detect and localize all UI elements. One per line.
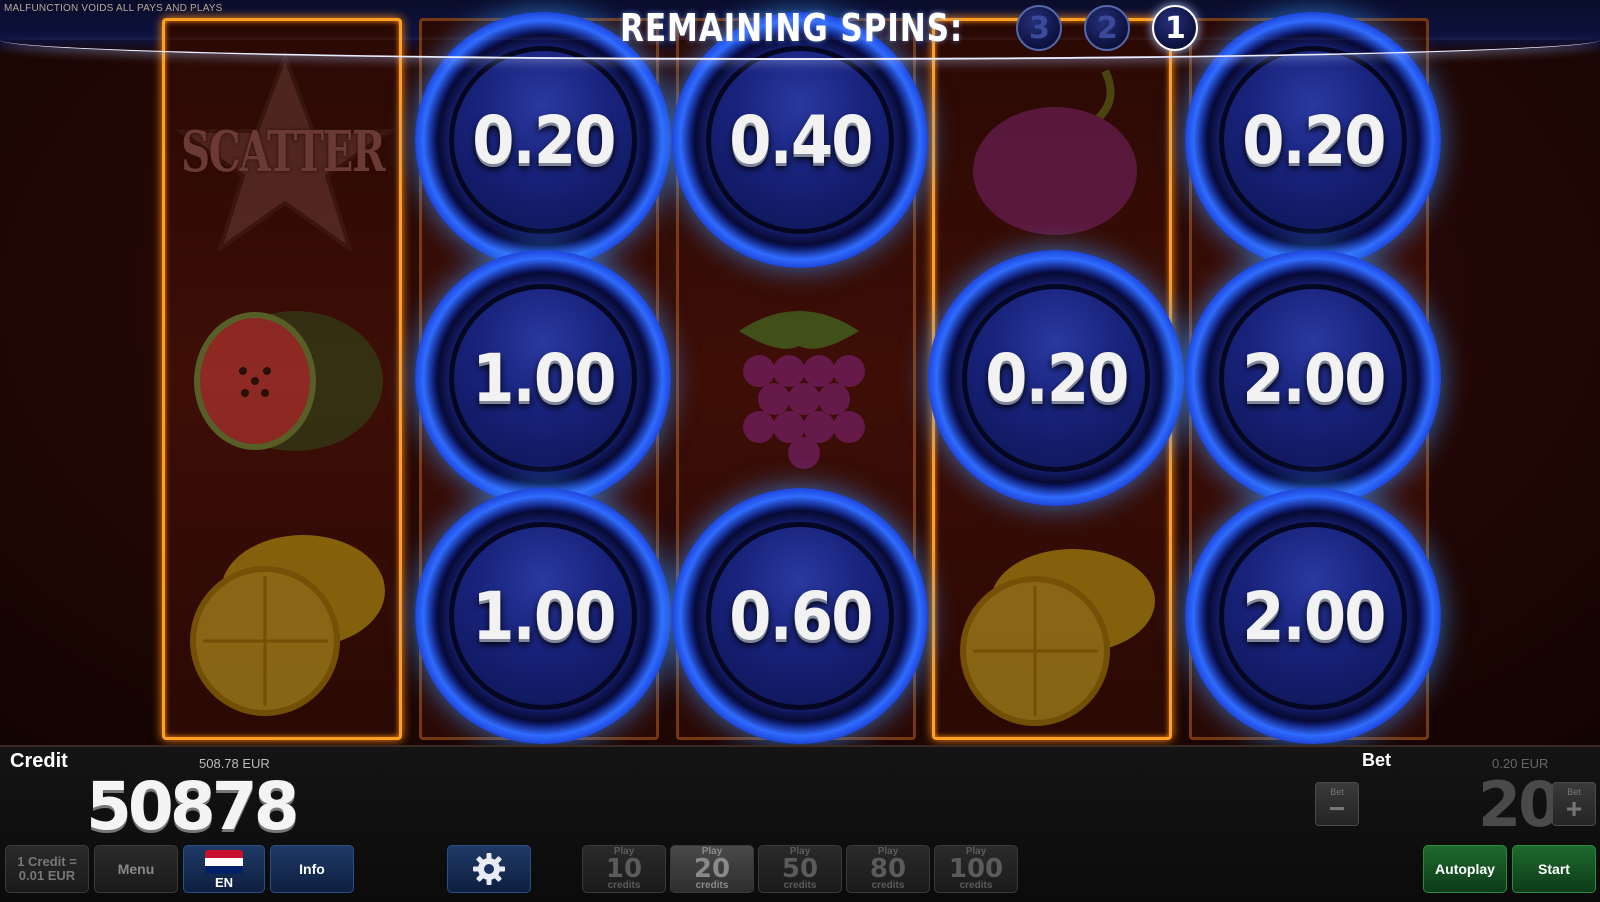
- coin-symbol: 2.00: [1185, 250, 1441, 506]
- bet-decrease-button[interactable]: Bet −: [1315, 782, 1359, 826]
- coin-value: 0.40: [728, 101, 873, 179]
- minus-icon: −: [1328, 792, 1346, 824]
- coin-value: 0.60: [728, 577, 873, 655]
- bet-increase-button[interactable]: Bet +: [1552, 782, 1596, 826]
- credit-rate-display: 1 Credit = 0.01 EUR: [5, 845, 89, 893]
- play-10-credits-button[interactable]: Play 10 credits: [582, 845, 666, 893]
- menu-label: Menu: [117, 861, 155, 877]
- remaining-spins: REMAINING SPINS: 3 2 1: [620, 2, 1199, 54]
- plus-icon: +: [1565, 792, 1583, 824]
- info-button[interactable]: Info: [270, 845, 354, 893]
- info-label: Info: [299, 861, 325, 877]
- autoplay-label: Autoplay: [1435, 861, 1495, 877]
- play-amount: 100: [948, 854, 1004, 884]
- play-amount: 20: [693, 854, 731, 884]
- credit-label: Credit: [10, 750, 68, 772]
- play-credits-caption: credits: [871, 880, 905, 891]
- reel-1: SCATTER: [162, 18, 402, 740]
- game-stage: SCATTER 0.20 0.40 0.20 1.00 0.20 2.00 1.…: [0, 0, 1600, 745]
- coin-value: 0.20: [1241, 101, 1386, 179]
- play-50-credits-button[interactable]: Play 50 credits: [758, 845, 842, 893]
- coin-value: 1.00: [471, 339, 616, 417]
- malfunction-disclaimer: MALFUNCTION VOIDS ALL PAYS AND PLAYS: [4, 3, 223, 14]
- language-label: EN: [214, 874, 234, 890]
- coin-value: 2.00: [1241, 339, 1386, 417]
- bet-label: Bet: [1362, 750, 1392, 770]
- flag-icon: [205, 849, 243, 874]
- coin-symbol: 1.00: [415, 488, 671, 744]
- play-amount: 50: [781, 854, 819, 884]
- coin-symbol: 0.60: [672, 488, 928, 744]
- lemon-icon: [190, 535, 385, 716]
- play-amount: 10: [605, 854, 643, 884]
- settings-button[interactable]: [447, 845, 531, 893]
- play-amount: 80: [869, 854, 907, 884]
- language-button[interactable]: EN: [183, 845, 265, 893]
- play-100-credits-button[interactable]: Play 100 credits: [934, 845, 1018, 893]
- spin-counter-1: 1: [1152, 5, 1199, 51]
- autoplay-button[interactable]: Autoplay: [1423, 845, 1507, 893]
- plum-icon: [973, 69, 1137, 235]
- play-20-credits-button[interactable]: Play 20 credits: [670, 845, 754, 893]
- play-credits-caption: credits: [695, 880, 729, 891]
- coin-value: 0.20: [984, 339, 1129, 417]
- coin-symbol: 0.20: [928, 250, 1184, 506]
- start-button[interactable]: Start: [1512, 845, 1596, 893]
- spin-counter-3: 3: [1016, 5, 1063, 51]
- lemon-icon-2: [960, 549, 1155, 726]
- play-credits-caption: credits: [607, 880, 641, 891]
- coin-value: 0.20: [471, 101, 616, 179]
- play-credits-caption: credits: [783, 880, 817, 891]
- remaining-spins-label: REMAINING SPINS:: [620, 6, 964, 50]
- menu-button[interactable]: Menu: [94, 845, 178, 893]
- play-credits-caption: credits: [959, 880, 993, 891]
- credit-rate-line2: 0.01 EUR: [18, 868, 76, 883]
- start-label: Start: [1538, 861, 1570, 877]
- coin-symbol: 1.00: [415, 250, 671, 506]
- watermelon-icon: [194, 311, 383, 451]
- credit-rate-line1: 1 Credit =: [17, 854, 77, 869]
- gear-icon: [473, 853, 505, 885]
- bet-value: 20: [1478, 768, 1561, 841]
- coin-symbol: 2.00: [1185, 488, 1441, 744]
- play-80-credits-button[interactable]: Play 80 credits: [846, 845, 930, 893]
- grapes-icon: [739, 311, 865, 469]
- coin-value: 2.00: [1241, 577, 1386, 655]
- coin-value: 1.00: [471, 577, 616, 655]
- credit-value: 50878: [86, 768, 300, 845]
- spin-counter-2: 2: [1084, 5, 1131, 51]
- scatter-symbol-text: SCATTER: [181, 119, 385, 185]
